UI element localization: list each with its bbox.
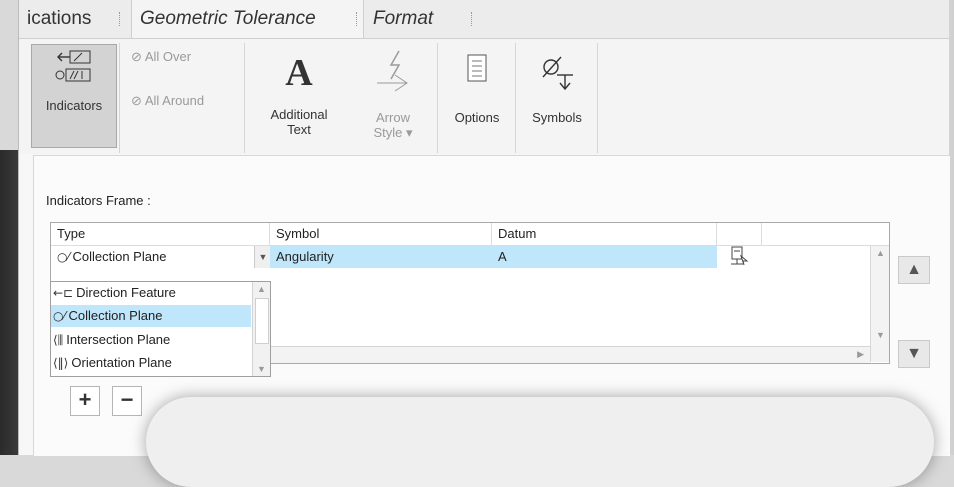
remove-row-button[interactable]: − <box>112 386 142 416</box>
datum-cell[interactable]: A <box>492 246 717 268</box>
arrow-style-icon <box>377 50 408 92</box>
type-dropdown-list: ←⊏ Direction Feature ○⁄ Collection Plane ⟨… <box>50 281 271 377</box>
arrow-style-label-2: Style ▾ <box>373 125 413 140</box>
collection-plane-icon: ○⁄ <box>57 250 70 264</box>
column-header-symbol[interactable]: Symbol <box>270 223 492 245</box>
table-row[interactable]: ○⁄ Collection Plane ▼ Angularity A <box>51 246 869 268</box>
dropdown-option-orientation-plane[interactable]: ⟨‖⟩ Orientation Plane <box>51 352 251 374</box>
option-label: Direction Feature <box>76 285 176 300</box>
scroll-down-icon[interactable]: ▼ <box>257 364 266 374</box>
letter-a-icon: A <box>285 52 313 94</box>
scrollbar-thumb[interactable] <box>255 298 269 344</box>
table-header: Type Symbol Datum <box>51 223 889 246</box>
options-button[interactable]: Options <box>443 47 511 125</box>
all-over-button[interactable]: ⊘ All Over <box>131 49 191 65</box>
indicators-icon <box>55 50 91 82</box>
option-label: Orientation Plane <box>71 355 172 370</box>
tab-separator <box>471 12 476 26</box>
ribbon-separator <box>515 43 516 153</box>
indicators-button[interactable]: Indicators <box>31 44 117 148</box>
ribbon-separator <box>437 43 438 153</box>
ribbon-separator <box>119 43 120 153</box>
tab-bar: ications Geometric Tolerance Format <box>19 0 949 39</box>
type-cell-value: Collection Plane <box>72 249 167 264</box>
tab-format[interactable]: Format <box>365 0 441 38</box>
option-label: Intersection Plane <box>66 332 171 347</box>
all-around-label: All Around <box>144 93 205 108</box>
intersection-plane-icon: ⟨⫼ <box>53 333 64 347</box>
move-up-button[interactable]: ▲ <box>898 256 930 284</box>
collection-plane-icon: ○⁄ <box>53 309 66 323</box>
additional-text-label-2: Text <box>287 122 311 137</box>
dropdown-scrollbar[interactable]: ▲ ▼ <box>252 282 270 376</box>
add-row-button[interactable]: + <box>70 386 100 416</box>
indicators-label: Indicators <box>45 98 103 113</box>
datum-picker-icon <box>731 246 749 266</box>
additional-text-button[interactable]: A Additional Text <box>259 47 339 137</box>
options-label: Options <box>454 110 500 125</box>
tab-separator <box>356 12 361 26</box>
ribbon-separator <box>244 43 245 153</box>
column-header-extra <box>717 223 762 245</box>
ribbon-separator <box>597 43 598 153</box>
dropdown-arrow-icon[interactable]: ▼ <box>254 246 271 268</box>
column-header-datum[interactable]: Datum <box>492 223 717 245</box>
overlay-panel <box>146 397 934 487</box>
dropdown-option-collection-plane[interactable]: ○⁄ Collection Plane <box>51 305 251 327</box>
type-cell-dropdown[interactable]: ○⁄ Collection Plane <box>51 246 253 268</box>
dropdown-option-intersection-plane[interactable]: ⟨⫼ Intersection Plane <box>51 329 251 351</box>
scroll-right-icon[interactable]: ▶ <box>857 349 864 360</box>
table-vertical-scrollbar[interactable]: ▲ ▼ <box>870 246 889 362</box>
scroll-up-icon[interactable]: ▲ <box>257 284 266 294</box>
symbol-cell[interactable]: Angularity <box>270 246 492 268</box>
symbols-icon <box>542 56 573 91</box>
scroll-down-icon[interactable]: ▼ <box>876 330 885 340</box>
scroll-up-icon[interactable]: ▲ <box>876 248 885 258</box>
table-horizontal-scrollbar[interactable]: ▶ <box>268 346 870 363</box>
ribbon: Indicators ⊘ All Over ⊘ All Around A Add… <box>19 39 949 154</box>
datum-picker-button[interactable] <box>717 246 755 268</box>
options-icon <box>467 54 487 82</box>
tab-geometric-tolerance[interactable]: Geometric Tolerance <box>131 0 364 38</box>
dropdown-option-direction-feature[interactable]: ←⊏ Direction Feature <box>51 282 251 304</box>
arrow-style-button[interactable]: Arrow Style ▾ <box>367 47 419 141</box>
option-label: Collection Plane <box>68 308 163 323</box>
all-around-icon: ⊘ <box>131 93 142 108</box>
arrow-style-label: Arrow <box>376 110 410 125</box>
tab-separator <box>119 12 124 26</box>
all-over-label: All Over <box>144 49 192 64</box>
column-header-type[interactable]: Type <box>51 223 270 245</box>
all-over-icon: ⊘ <box>131 49 142 64</box>
tab-indications[interactable]: ications <box>19 0 99 38</box>
symbols-label: Symbols <box>532 110 582 125</box>
additional-text-label: Additional <box>270 107 328 122</box>
orientation-plane-icon: ⟨‖⟩ <box>53 356 69 370</box>
symbols-button[interactable]: Symbols <box>523 47 591 125</box>
move-down-button[interactable]: ▼ <box>898 340 930 368</box>
direction-feature-icon: ←⊏ <box>53 286 74 300</box>
all-around-button[interactable]: ⊘ All Around <box>131 93 204 109</box>
indicators-frame-label: Indicators Frame : <box>46 193 151 208</box>
